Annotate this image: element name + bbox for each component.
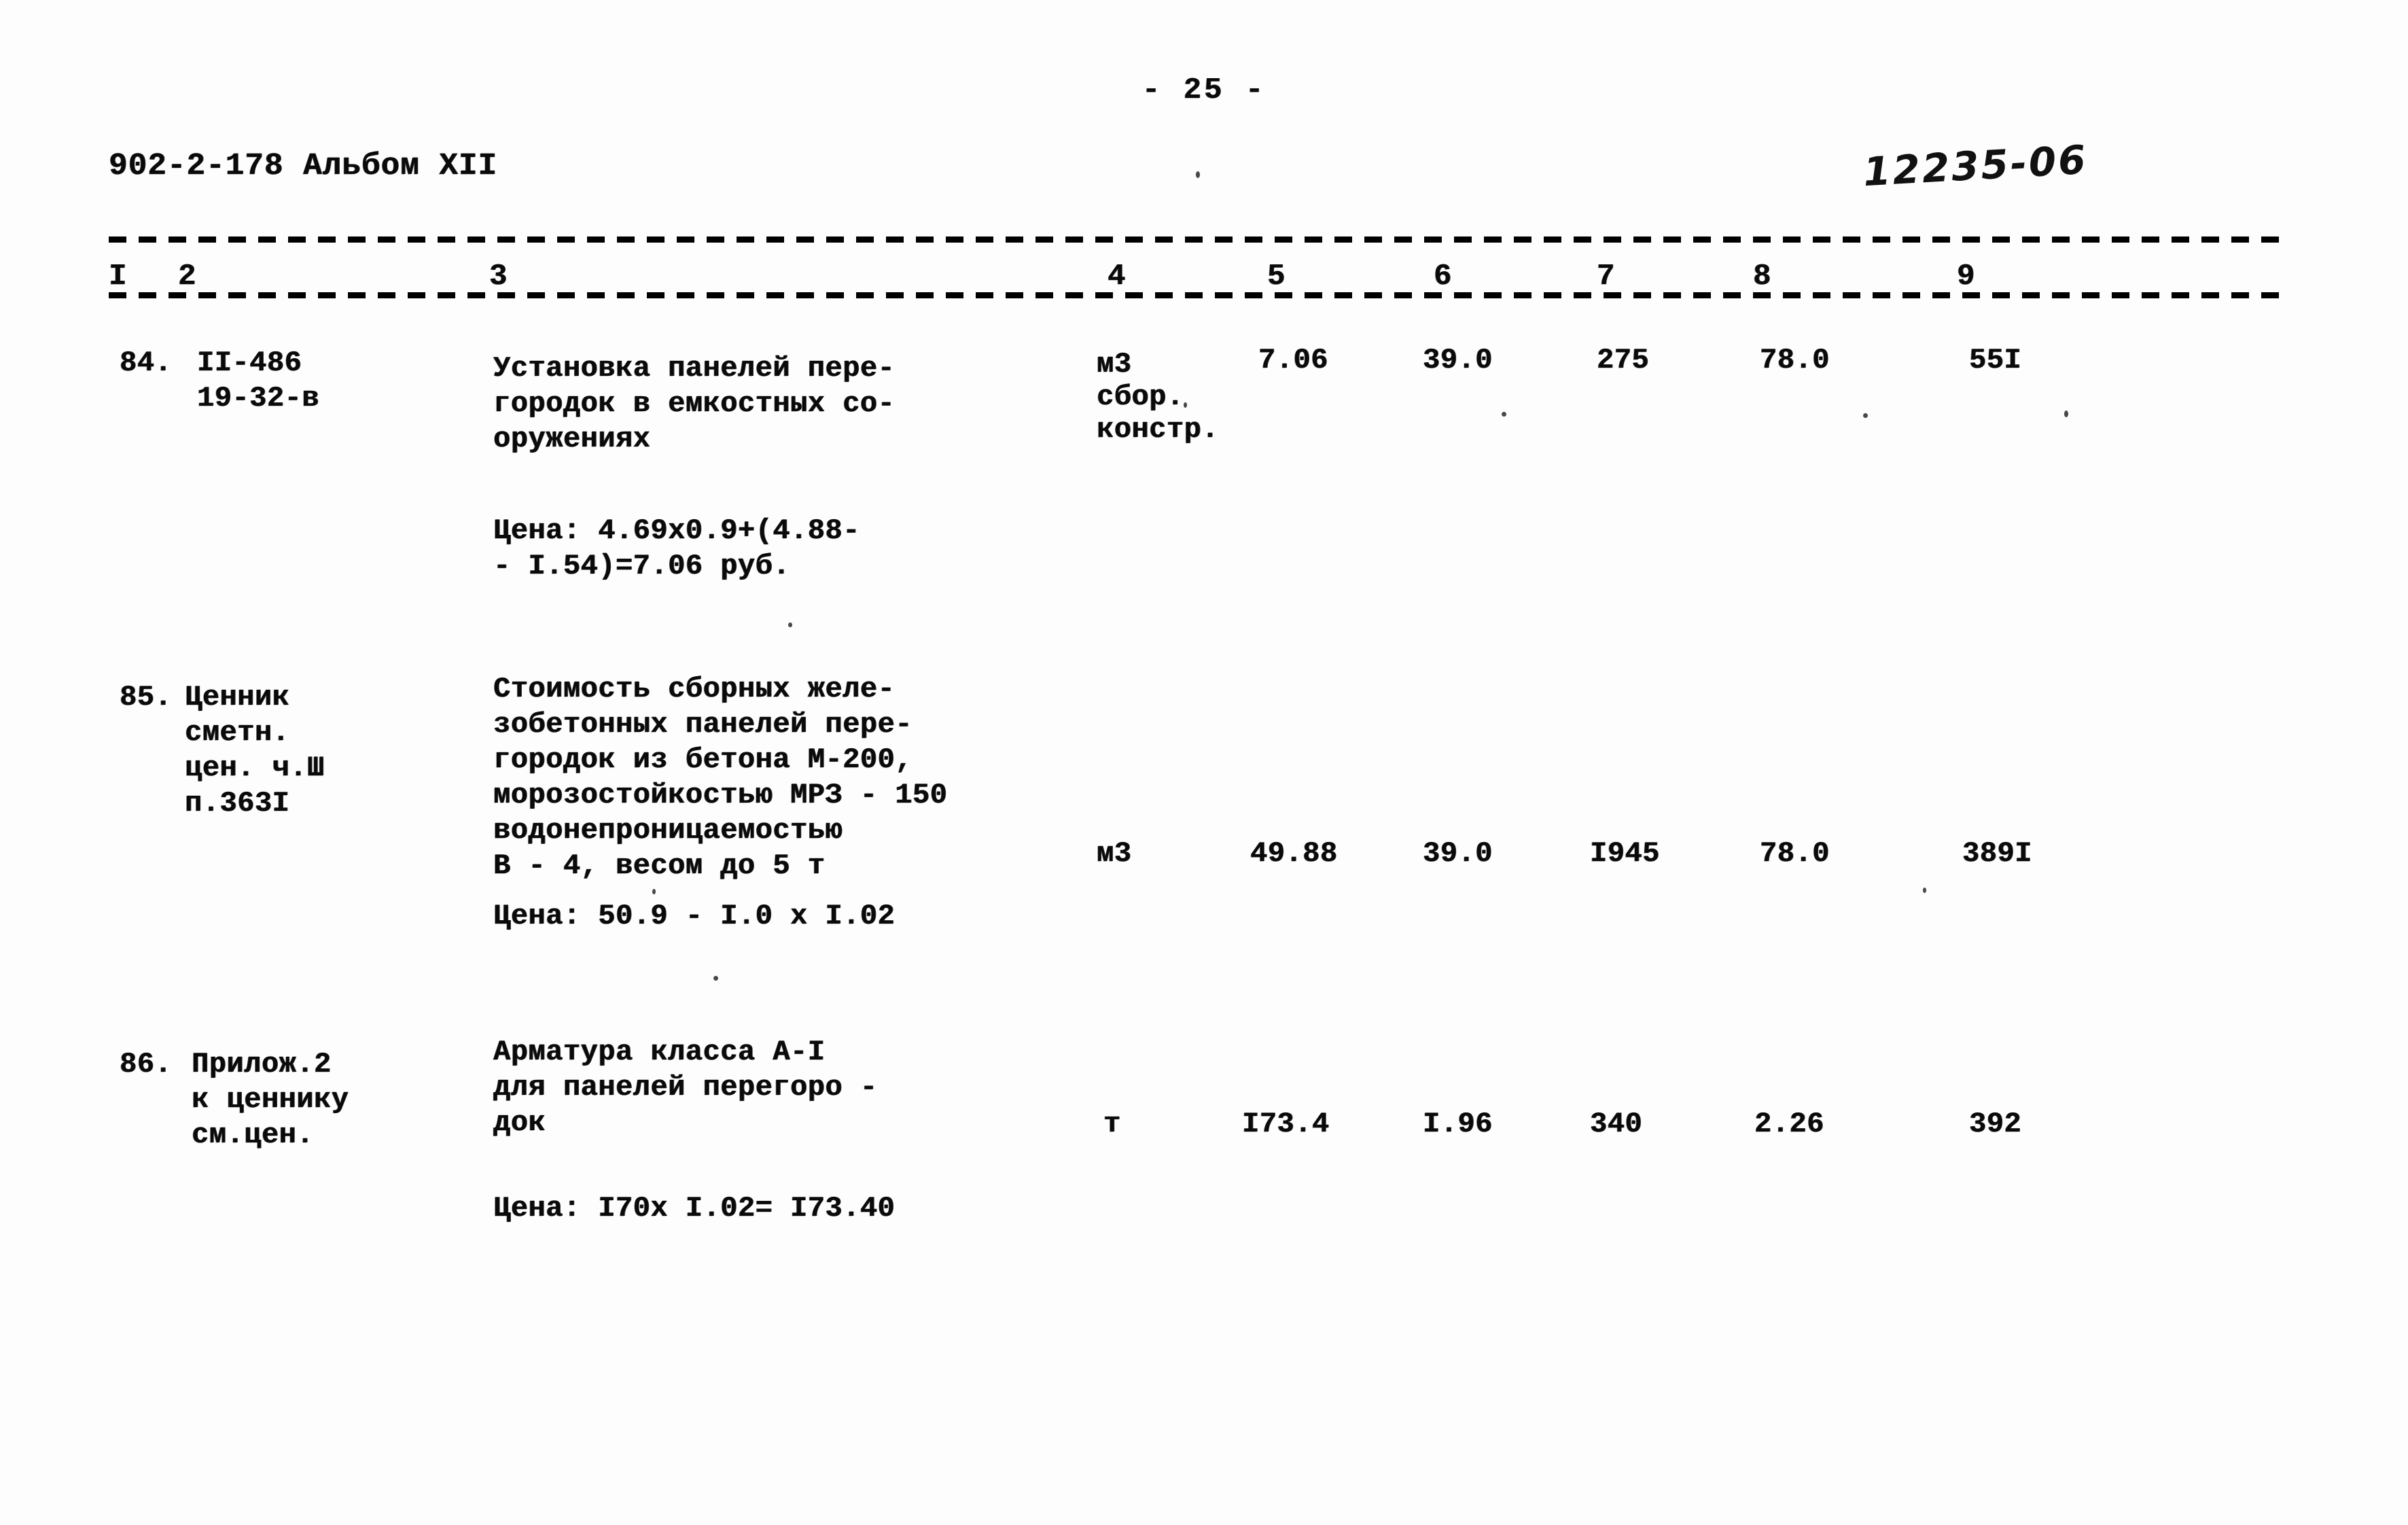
page-number: - 25 - bbox=[1141, 73, 1267, 107]
scanned-page: - 25 - 902-2-178 Альбом XII 12235-06 I 2… bbox=[0, 0, 2408, 1525]
column-header-4: 4 bbox=[1108, 260, 1126, 294]
scan-speck bbox=[1863, 413, 1868, 418]
row-value-col9: 392 bbox=[1969, 1108, 2022, 1140]
column-header-7: 7 bbox=[1597, 260, 1615, 294]
document-code: 902-2-178 Альбом XII bbox=[109, 148, 498, 183]
row-value-col7: 275 bbox=[1597, 344, 1650, 376]
scan-speck bbox=[1923, 888, 1926, 893]
row-value-col6: 39.0 bbox=[1423, 837, 1493, 870]
scan-speck bbox=[652, 889, 656, 894]
archive-number-handwritten: 12235-06 bbox=[1862, 136, 2089, 196]
column-header-9: 9 bbox=[1957, 260, 1975, 294]
row-value-col6: I.96 bbox=[1423, 1108, 1493, 1140]
scan-speck bbox=[1184, 402, 1187, 408]
column-header-3: 3 bbox=[489, 260, 508, 294]
row-description: Арматура класса А-I для панелей перегоро… bbox=[493, 1036, 878, 1139]
row-value-col8: 78.0 bbox=[1760, 344, 1830, 376]
row-value-col8: 2.26 bbox=[1754, 1108, 1824, 1140]
row-value-col8: 78.0 bbox=[1760, 837, 1830, 870]
row-description: Стоимость сборных желе- зобетонных панел… bbox=[493, 673, 948, 882]
column-header-2: 2 bbox=[178, 260, 196, 294]
row-value-col9: 55I bbox=[1969, 344, 2022, 376]
row-unit: м3 сбор. констр. bbox=[1097, 348, 1219, 446]
row-price-note: Цена: 50.9 - I.0 х I.02 bbox=[493, 900, 896, 932]
row-description: Установка панелей пере- городок в емкост… bbox=[493, 352, 896, 455]
row-price-note: Цена: 4.69х0.9+(4.88- - I.54)=7.06 руб. bbox=[493, 514, 860, 582]
scan-speck bbox=[713, 976, 718, 981]
row-reference-code: II-486 19-32-в bbox=[197, 347, 319, 415]
column-header-1: I bbox=[109, 260, 127, 294]
row-value-col6: 39.0 bbox=[1423, 344, 1493, 376]
row-number: 86. bbox=[120, 1048, 173, 1081]
row-price-note: Цена: I70х I.02= I73.40 bbox=[493, 1192, 896, 1225]
row-number: 84. bbox=[120, 347, 173, 379]
row-value-col7: I945 bbox=[1590, 837, 1660, 870]
row-unit: м3 bbox=[1097, 837, 1132, 870]
row-number: 85. bbox=[120, 681, 173, 714]
scan-speck bbox=[1196, 171, 1200, 178]
column-header-8: 8 bbox=[1753, 260, 1771, 294]
column-header-6: 6 bbox=[1434, 260, 1452, 294]
table-top-rule bbox=[109, 236, 2290, 243]
row-value-col5: 49.88 bbox=[1250, 837, 1338, 870]
row-value-col7: 340 bbox=[1590, 1108, 1643, 1140]
row-value-col5: I73.4 bbox=[1242, 1108, 1330, 1140]
scan-speck bbox=[788, 623, 792, 627]
scan-speck bbox=[1502, 412, 1506, 417]
row-value-col9: 389I bbox=[1962, 837, 2032, 870]
row-value-col5: 7.06 bbox=[1258, 344, 1328, 376]
row-reference-code: Прилож.2 к ценнику см.цен. bbox=[192, 1048, 349, 1151]
row-unit: т bbox=[1103, 1108, 1121, 1140]
row-reference-code: Ценник сметн. цен. ч.Ш п.363I bbox=[185, 681, 325, 820]
scan-speck bbox=[2064, 410, 2068, 417]
column-header-5: 5 bbox=[1267, 260, 1286, 294]
